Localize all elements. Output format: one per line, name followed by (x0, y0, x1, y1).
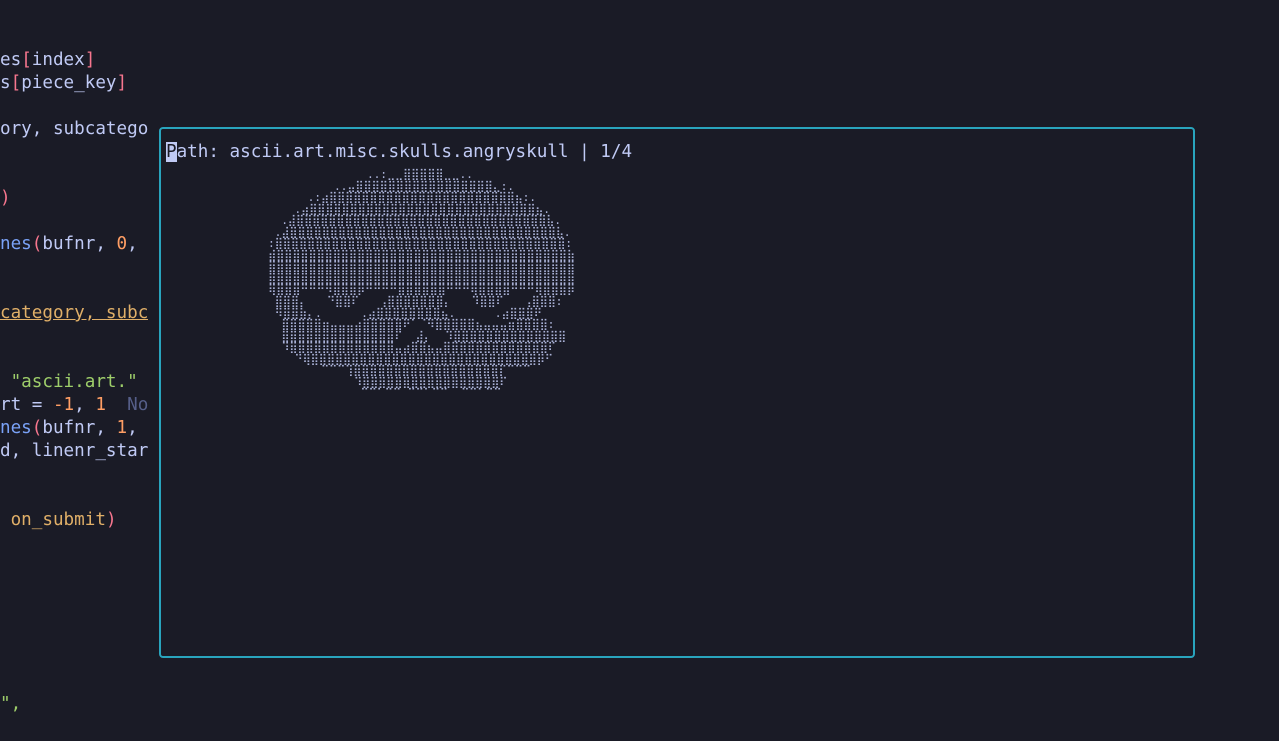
code-token: rt = (0, 395, 53, 415)
code-token: ] (116, 73, 128, 93)
code-line: d, linenr_star (0, 440, 148, 463)
code-token: 0 (116, 234, 128, 254)
art-line: ⣿⣿⣿⣿⣿⣶⣤⣤⣤⣴⣿⣿⣿⣿⣿⠟⠁⠈⠻⣿⣿⣿⣿⣿⣦⣤⣤⣤⣶⣿⣿⣿⣿: (235, 318, 555, 332)
code-line: rt = -1, 1 No (0, 394, 148, 417)
code-token: bufnr, (42, 234, 117, 254)
code-token: category, subc (0, 303, 149, 323)
path-header: Path: ascii.art.misc.skulls.angryskull |… (166, 141, 632, 164)
code-line: "ascii.art." (0, 371, 138, 394)
code-token: 1 (95, 395, 106, 415)
ascii-art-skull: ..:⣀⣀⣿⣿⣿⣿⣿⣀⣀.. ..⣤⣿⣿⣿⣿⣿⣿⣿⣿⣿⣿⣿⣿⣿⣿⣿⣿⣿⣄:. .… (235, 169, 575, 400)
code-token: bufnr, (42, 418, 117, 438)
code-token: ", (0, 694, 22, 714)
code-line: nes(bufnr, 1, (0, 417, 138, 440)
code-token: on_submit (10, 510, 106, 530)
code-token: , (127, 418, 138, 438)
code-token: ory, subcatego (0, 119, 149, 139)
ascii-art-preview-window[interactable]: Path: ascii.art.misc.skulls.angryskull |… (159, 127, 1195, 658)
path-label: ath: ascii.art.misc.skulls.angryskull | … (176, 142, 633, 162)
code-token: ) (105, 510, 117, 530)
code-line: es[index] (0, 49, 95, 72)
code-token: ( (31, 418, 43, 438)
code-token: s (0, 73, 11, 93)
code-token: nes (0, 418, 32, 438)
code-token: [ (10, 73, 22, 93)
code-token: , (127, 234, 138, 254)
code-token: es (0, 50, 22, 70)
code-token: [ (21, 50, 32, 70)
code-line: ", (0, 693, 21, 716)
art-line: ⠉⠉⠁⠉⠉ ⠉⠉⠁⠉⠉ ⠉⠉⠁⠉⠉ (235, 387, 502, 401)
code-token: "ascii.art." (10, 372, 138, 392)
code-line: ) (0, 187, 11, 210)
code-token: ) (0, 188, 11, 208)
code-token: No (105, 395, 149, 415)
text-cursor: P (166, 142, 177, 162)
art-line: .⣼⣿⣿⣿⣿⣿⣿⣿⣿⣿⣿⣿⣿⣿⣿⣿⣿⣿⣿⣿⣿⣿⣿⣿⣿⣿⣿⣿⣿⣿⣿⣿⣧. (235, 214, 561, 228)
code-token: ] (84, 50, 96, 70)
code-token: nes (0, 234, 32, 254)
code-token: d, linenr_star (0, 441, 149, 461)
code-token: , (74, 395, 96, 415)
code-token: index (31, 50, 85, 70)
code-token: -1 (52, 395, 75, 415)
code-line: nes(bufnr, 0, (0, 233, 138, 256)
art-line: .:⣴⣿⣿⣿⣿⣿⣿⣿⣿⣿⣿⣿⣿⣿⣿⣿⣿⣿⣿⣿⣿⣿⣿⣿⣦:. (235, 191, 536, 205)
art-line: ⣿⣿⣿⡄ ⠙⣿⣿⠏ ⢠⣿⣿⣿⣿⣿⣿⣿⡄ ⠹⣿⣿⠏ ⢠⣿⣿⣿: (235, 295, 563, 309)
code-token: 1 (116, 418, 128, 438)
code-line: category, subc (0, 302, 148, 325)
code-token: ( (31, 234, 43, 254)
art-line: ..:⣀⣀⣿⣿⣿⣿⣿⣀⣀.. (235, 168, 473, 181)
code-token: piece_key (21, 73, 117, 93)
code-line: on_submit) (0, 509, 117, 532)
code-line: ory, subcatego (0, 118, 148, 141)
code-line: s[piece_key] (0, 72, 127, 95)
